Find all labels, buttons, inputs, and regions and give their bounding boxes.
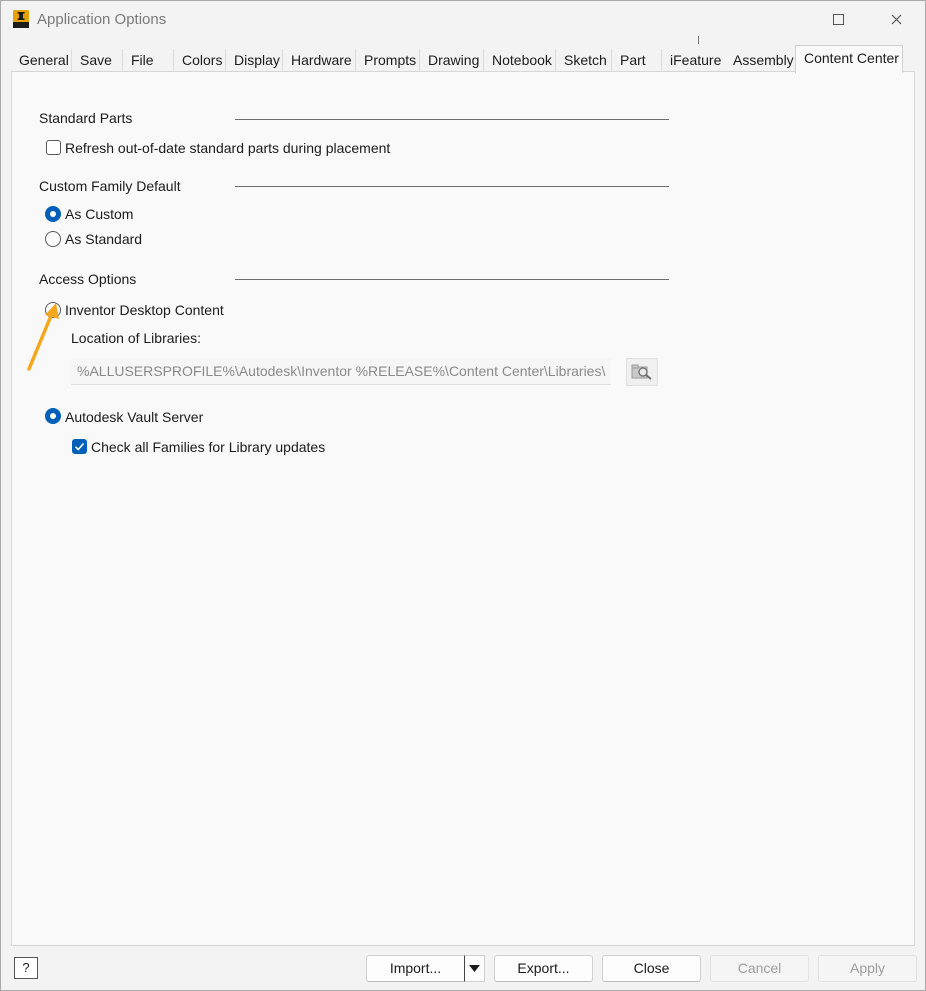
location-of-libraries-label: Location of Libraries:	[71, 330, 201, 346]
title-bar: Application Options	[1, 1, 925, 37]
tab-content-center[interactable]: Content Center	[795, 45, 903, 73]
as-custom-label: As Custom	[65, 206, 134, 222]
custom-family-divider	[235, 186, 669, 187]
refresh-standard-parts-label: Refresh out-of-date standard parts durin…	[65, 140, 391, 156]
orange-arrow-icon	[23, 297, 63, 376]
as-standard-radio[interactable]	[45, 231, 61, 247]
folder-search-icon	[631, 364, 652, 380]
tab-notebook[interactable]: Notebook	[484, 49, 556, 71]
tab-save[interactable]: Save	[72, 49, 123, 71]
tab-prompts[interactable]: Prompts	[356, 49, 420, 71]
refresh-standard-parts-checkbox[interactable]	[46, 140, 61, 155]
close-window-button[interactable]	[873, 1, 919, 37]
help-button[interactable]: ?	[14, 957, 38, 979]
window-title: Application Options	[37, 11, 167, 28]
maximize-icon	[832, 13, 844, 25]
tab-file[interactable]: File	[123, 49, 174, 71]
tab-colors[interactable]: Colors	[174, 49, 226, 71]
caret-down-icon	[469, 965, 480, 972]
checkmark-icon	[74, 442, 85, 451]
autodesk-vault-server-label: Autodesk Vault Server	[65, 409, 204, 425]
browse-libraries-button[interactable]	[626, 358, 658, 386]
inventor-desktop-content-label: Inventor Desktop Content	[65, 302, 224, 318]
as-standard-label: As Standard	[65, 231, 143, 247]
tab-ifeature[interactable]: iFeature	[662, 49, 725, 71]
export-button[interactable]: Export...	[494, 955, 593, 982]
custom-family-heading: Custom Family Default	[39, 178, 181, 194]
standard-parts-heading: Standard Parts	[39, 110, 133, 126]
import-button[interactable]: Import...	[366, 955, 465, 982]
inventor-pro-icon	[13, 10, 29, 28]
check-all-families-checkbox[interactable]	[72, 439, 87, 454]
tab-sketch[interactable]: Sketch	[556, 49, 612, 71]
tab-display[interactable]: Display	[226, 49, 283, 71]
tab-scroll-marker	[698, 36, 699, 44]
autodesk-vault-server-radio[interactable]	[45, 408, 61, 424]
close-icon	[891, 14, 901, 24]
tab-general[interactable]: General	[11, 49, 72, 71]
close-button[interactable]: Close	[602, 955, 701, 982]
libraries-location-field[interactable]: %ALLUSERSPROFILE%\Autodesk\Inventor %REL…	[71, 358, 611, 385]
content-center-panel	[11, 71, 915, 946]
tab-assembly[interactable]: Assembly	[725, 49, 795, 71]
access-options-divider	[235, 279, 669, 280]
tab-hardware[interactable]: Hardware	[283, 49, 356, 71]
tab-drawing[interactable]: Drawing	[420, 49, 484, 71]
check-all-families-label: Check all Families for Library updates	[91, 439, 326, 455]
maximize-button[interactable]	[815, 1, 861, 37]
tab-part[interactable]: Part	[612, 49, 662, 71]
access-options-heading: Access Options	[39, 271, 137, 287]
apply-button[interactable]: Apply	[818, 955, 917, 982]
cancel-button[interactable]: Cancel	[710, 955, 809, 982]
import-dropdown-button[interactable]	[464, 955, 485, 982]
standard-parts-divider	[235, 119, 669, 120]
application-options-window: Application Options General Save File Co…	[0, 0, 926, 991]
as-custom-radio[interactable]	[45, 206, 61, 222]
